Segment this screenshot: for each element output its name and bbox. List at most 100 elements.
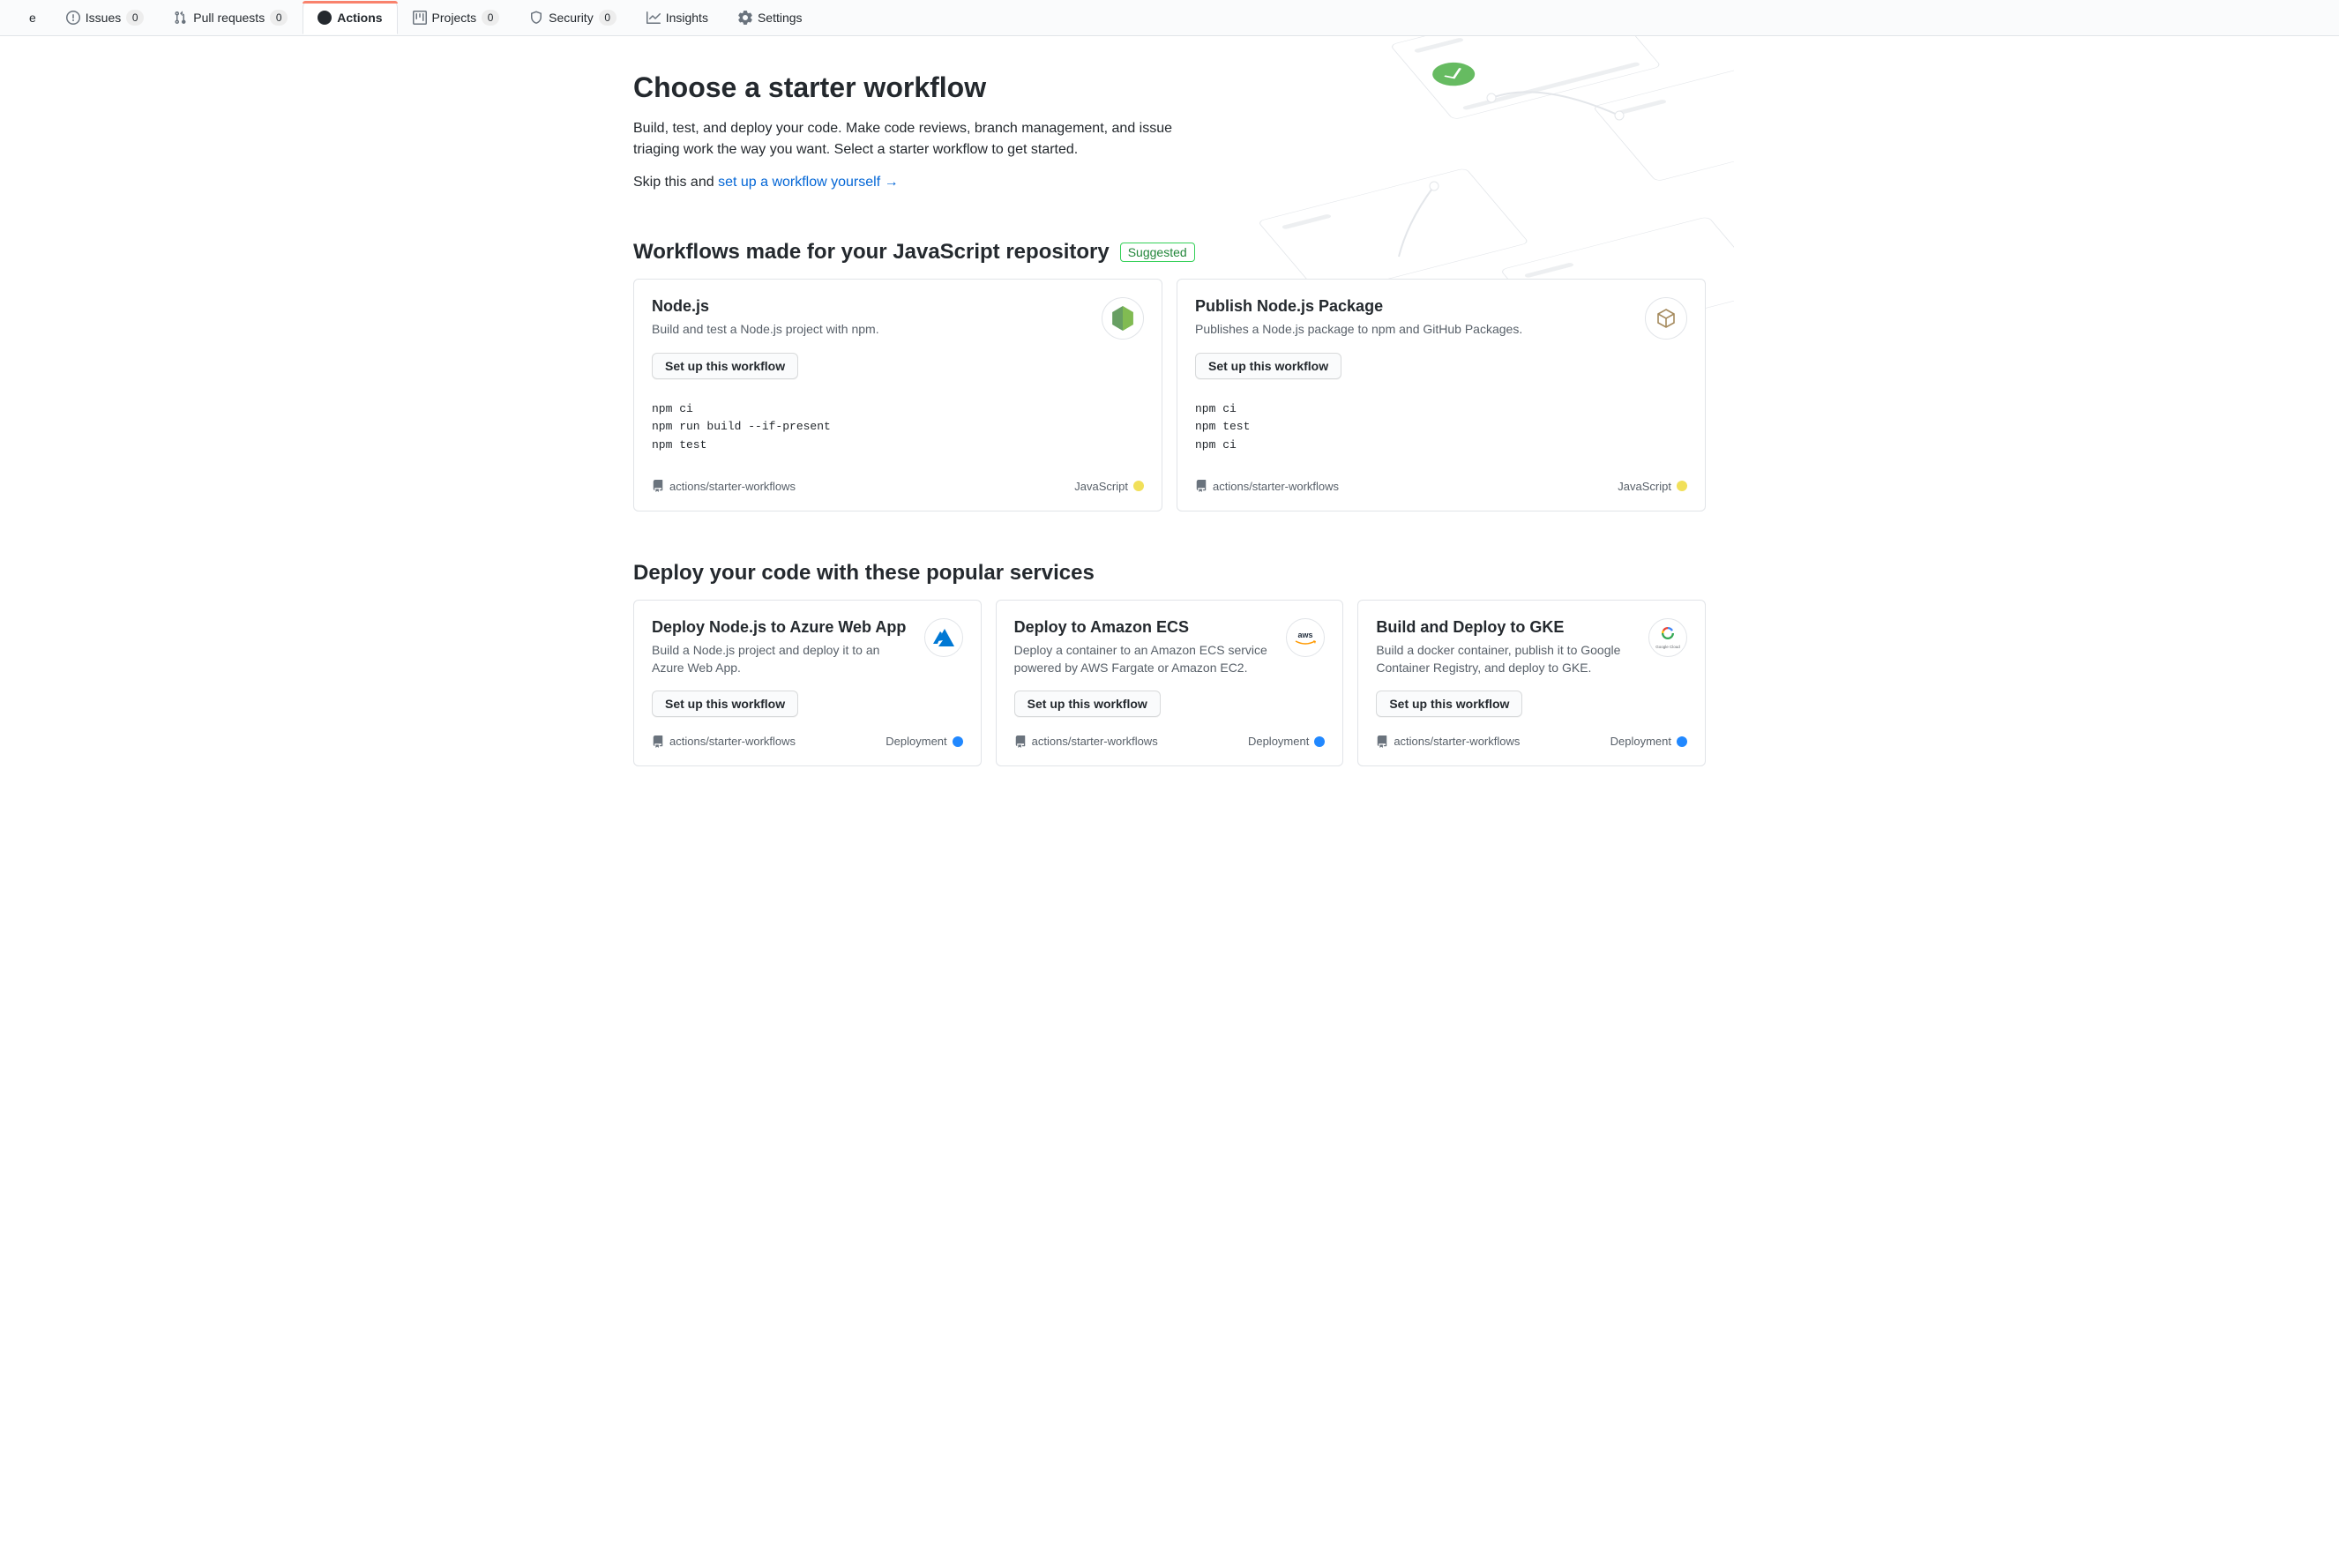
repo-icon	[1014, 735, 1027, 748]
tab-actions[interactable]: Actions	[303, 2, 397, 34]
repo-reference[interactable]: actions/starter-workflows	[652, 735, 796, 748]
workflow-card-nodejs: Node.js Build and test a Node.js project…	[633, 279, 1162, 511]
repo-icon	[1376, 735, 1388, 748]
card-title: Node.js	[652, 297, 1087, 316]
tab-settings[interactable]: Settings	[723, 1, 818, 34]
repo-name: actions/starter-workflows	[1213, 480, 1339, 493]
tab-security[interactable]: Security 0	[514, 0, 631, 35]
setup-workflow-button[interactable]: Set up this workflow	[1376, 691, 1522, 717]
tab-issues-label: Issues	[86, 11, 121, 25]
gear-icon	[738, 11, 752, 25]
suggested-workflows-grid: Node.js Build and test a Node.js project…	[633, 279, 1706, 511]
setup-workflow-button[interactable]: Set up this workflow	[1195, 353, 1341, 379]
page-title: Choose a starter workflow	[633, 71, 1706, 104]
card-title: Build and Deploy to GKE	[1376, 618, 1634, 637]
azure-icon	[924, 618, 963, 657]
language-tag: JavaScript	[1074, 480, 1144, 493]
workflow-card-gke: Build and Deploy to GKE Build a docker c…	[1357, 600, 1706, 766]
setup-workflow-button[interactable]: Set up this workflow	[652, 691, 798, 717]
repo-icon	[1195, 480, 1207, 492]
card-description: Build and test a Node.js project with np…	[652, 321, 1087, 339]
repo-icon	[652, 480, 664, 492]
tab-security-label: Security	[549, 11, 594, 25]
issues-icon	[66, 11, 80, 25]
nodejs-icon	[1102, 297, 1144, 340]
language-dot-icon	[1314, 736, 1325, 747]
repo-name: actions/starter-workflows	[1394, 735, 1520, 748]
tab-pulls[interactable]: Pull requests 0	[159, 0, 303, 35]
card-description: Build a Node.js project and deploy it to…	[652, 642, 910, 676]
section-deploy-header: Deploy your code with these popular serv…	[633, 561, 1706, 586]
main-content: Choose a starter workflow Build, test, a…	[605, 36, 1734, 802]
repo-reference[interactable]: actions/starter-workflows	[1195, 480, 1339, 493]
setup-workflow-button[interactable]: Set up this workflow	[1014, 691, 1161, 717]
language-tag: Deployment	[1610, 735, 1687, 748]
tab-pulls-label: Pull requests	[193, 11, 265, 25]
suggested-badge: Suggested	[1120, 243, 1195, 262]
repo-name: actions/starter-workflows	[669, 480, 796, 493]
card-title: Deploy to Amazon ECS	[1014, 618, 1273, 637]
skip-line: Skip this and set up a workflow yourself…	[633, 175, 1706, 190]
card-footer: actions/starter-workflows Deployment	[1376, 735, 1687, 748]
language-dot-icon	[1677, 736, 1687, 747]
repo-reference[interactable]: actions/starter-workflows	[652, 480, 796, 493]
language-tag: Deployment	[1248, 735, 1325, 748]
card-description: Deploy a container to an Amazon ECS serv…	[1014, 642, 1273, 676]
repo-icon	[652, 735, 664, 748]
projects-count: 0	[482, 10, 499, 26]
tab-insights-label: Insights	[666, 11, 708, 25]
language-label: Deployment	[886, 735, 946, 748]
repo-name: actions/starter-workflows	[669, 735, 796, 748]
shield-icon	[529, 11, 543, 25]
section-suggested-header: Workflows made for your JavaScript repos…	[633, 240, 1706, 265]
setup-workflow-button[interactable]: Set up this workflow	[652, 353, 798, 379]
language-tag: Deployment	[886, 735, 962, 748]
workflow-card-publish-npm: Publish Node.js Package Publishes a Node…	[1177, 279, 1706, 511]
repo-reference[interactable]: actions/starter-workflows	[1376, 735, 1520, 748]
svg-text:Google Cloud: Google Cloud	[1655, 645, 1680, 649]
language-tag: JavaScript	[1618, 480, 1687, 493]
package-icon	[1645, 297, 1687, 340]
tab-projects-label: Projects	[432, 11, 477, 25]
workflow-card-aws-ecs: Deploy to Amazon ECS Deploy a container …	[996, 600, 1344, 766]
section-deploy-title: Deploy your code with these popular serv…	[633, 561, 1095, 586]
language-dot-icon	[953, 736, 963, 747]
setup-workflow-link[interactable]: set up a workflow yourself →	[718, 175, 899, 190]
tab-settings-label: Settings	[758, 11, 803, 25]
project-icon	[413, 11, 427, 25]
card-title: Deploy Node.js to Azure Web App	[652, 618, 910, 637]
tab-actions-label: Actions	[337, 11, 382, 25]
card-footer: actions/starter-workflows JavaScript	[652, 480, 1144, 493]
graph-icon	[646, 11, 661, 25]
tab-insights[interactable]: Insights	[631, 1, 723, 34]
language-label: Deployment	[1248, 735, 1309, 748]
security-count: 0	[599, 10, 617, 26]
card-title: Publish Node.js Package	[1195, 297, 1631, 316]
page-description: Build, test, and deploy your code. Make …	[633, 118, 1180, 161]
tab-issues[interactable]: Issues 0	[51, 0, 159, 35]
repo-name: actions/starter-workflows	[1032, 735, 1158, 748]
aws-icon: aws	[1286, 618, 1325, 657]
tab-projects[interactable]: Projects 0	[398, 0, 515, 35]
card-footer: actions/starter-workflows Deployment	[1014, 735, 1326, 748]
repo-reference[interactable]: actions/starter-workflows	[1014, 735, 1158, 748]
card-code-preview: npm ci npm run build --if-present npm te…	[652, 400, 1144, 455]
svg-text:aws: aws	[1298, 631, 1313, 639]
pulls-count: 0	[270, 10, 288, 26]
play-icon	[318, 11, 332, 25]
skip-prefix: Skip this and	[633, 175, 718, 190]
card-description: Publishes a Node.js package to npm and G…	[1195, 321, 1631, 339]
card-description: Build a docker container, publish it to …	[1376, 642, 1634, 676]
repo-tabs: e Issues 0 Pull requests 0 Actions Proje…	[0, 0, 2339, 36]
card-code-preview: npm ci npm test npm ci	[1195, 400, 1687, 455]
deploy-workflows-grid: Deploy Node.js to Azure Web App Build a …	[633, 600, 1706, 766]
language-label: JavaScript	[1618, 480, 1671, 493]
google-cloud-icon: Google Cloud	[1648, 618, 1687, 657]
language-dot-icon	[1677, 481, 1687, 491]
section-suggested-title: Workflows made for your JavaScript repos…	[633, 240, 1110, 265]
language-label: Deployment	[1610, 735, 1671, 748]
pull-request-icon	[174, 11, 188, 25]
language-dot-icon	[1133, 481, 1144, 491]
tab-code[interactable]: e	[14, 1, 51, 34]
workflow-card-azure: Deploy Node.js to Azure Web App Build a …	[633, 600, 982, 766]
